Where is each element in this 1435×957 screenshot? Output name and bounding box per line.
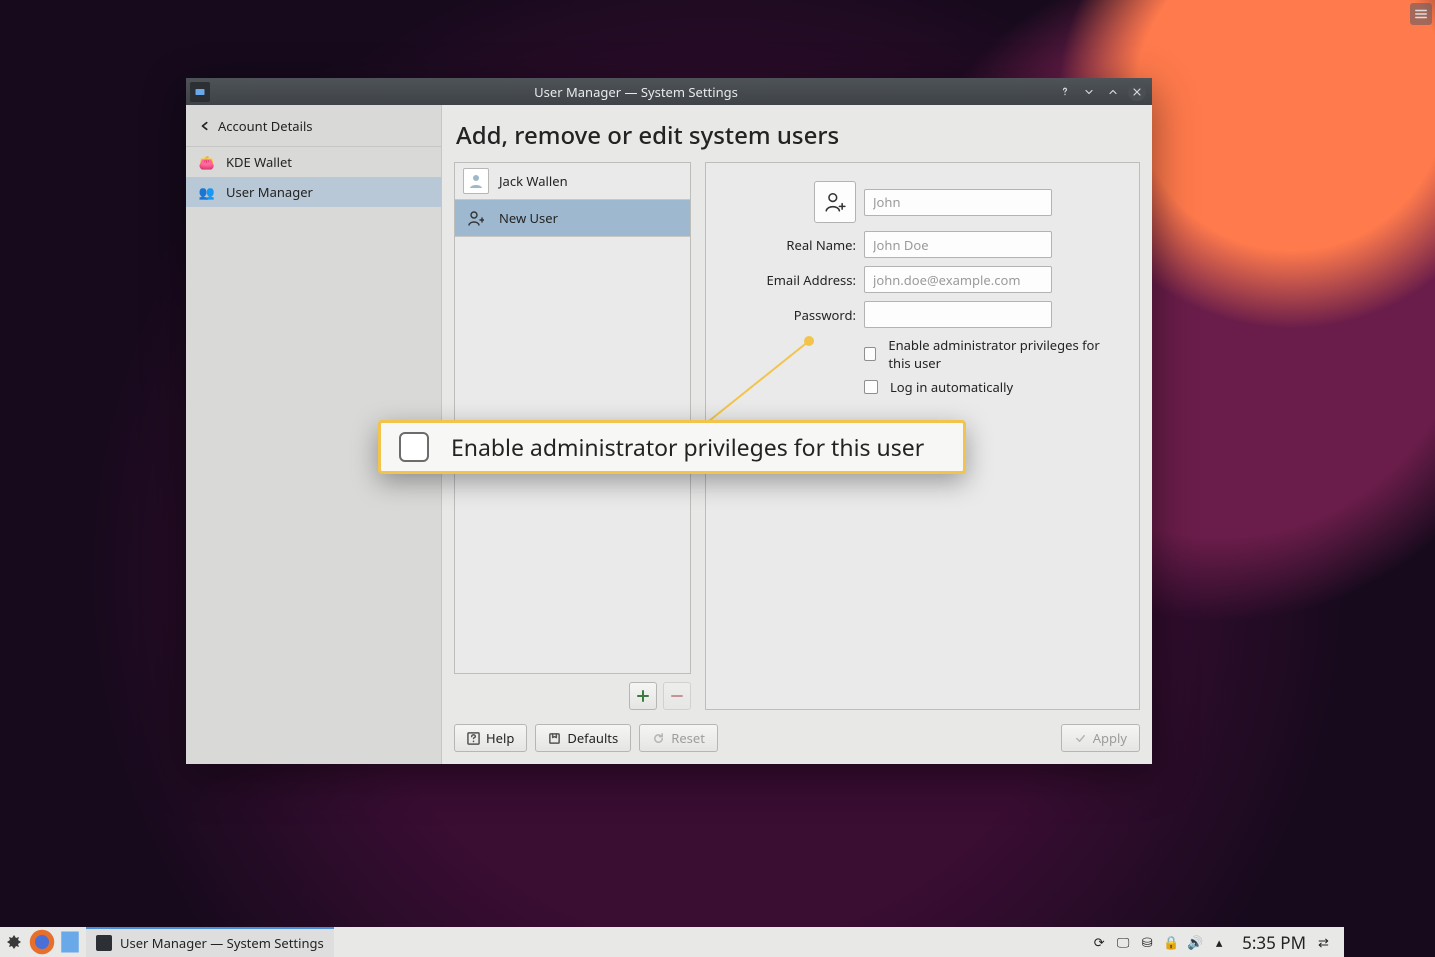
app-icon [190, 82, 210, 102]
tray-expand-icon[interactable]: ▴ [1210, 933, 1228, 951]
tray-display-icon[interactable]: 🖵 [1114, 933, 1132, 951]
window-title: User Manager — System Settings [216, 83, 1056, 101]
help-button[interactable]: Help [454, 724, 527, 752]
button-bar: Help Defaults Reset Apply [454, 724, 1140, 752]
system-tray: ⟳ 🖵 ⛁ 🔒 🔊 ▴ 5:35 PM ⇄ [1090, 931, 1344, 954]
tray-volume-icon[interactable]: 🔊 [1186, 933, 1204, 951]
reset-button-label: Reset [671, 729, 705, 747]
remove-user-button[interactable] [663, 682, 691, 710]
email-label: Email Address: [726, 271, 856, 289]
new-user-icon [463, 205, 489, 231]
breadcrumb-label: Account Details [218, 117, 313, 135]
user-name: Jack Wallen [499, 172, 568, 190]
application-launcher[interactable] [0, 927, 28, 957]
taskbar[interactable]: User Manager — System Settings ⟳ 🖵 ⛁ 🔒 🔊… [0, 927, 1344, 957]
admin-privileges-row[interactable]: Enable administrator privileges for this… [864, 336, 1119, 372]
taskbar-task-system-settings[interactable]: User Manager — System Settings [86, 927, 334, 957]
sidebar-item-label: User Manager [226, 183, 313, 201]
titlebar[interactable]: User Manager — System Settings [186, 78, 1152, 105]
defaults-button-label: Defaults [567, 729, 618, 747]
user-name: New User [499, 209, 558, 227]
callout-box: Enable administrator privileges for this… [378, 420, 966, 474]
user-list[interactable]: Jack Wallen New User [454, 162, 691, 674]
desktop-menu-button[interactable] [1410, 3, 1432, 25]
admin-checkbox[interactable] [864, 347, 876, 361]
user-avatar-icon [463, 168, 489, 194]
sidebar-item-label: KDE Wallet [226, 153, 292, 171]
maximize-window-button[interactable] [1104, 83, 1122, 101]
realname-label: Real Name: [726, 236, 856, 254]
breadcrumb-back[interactable]: Account Details [186, 105, 441, 147]
realname-input[interactable] [864, 231, 1052, 258]
tray-disk-icon[interactable]: ⛁ [1138, 933, 1156, 951]
tray-lock-icon[interactable]: 🔒 [1162, 933, 1180, 951]
users-icon: 👥 [198, 183, 216, 201]
autologin-checkbox[interactable] [864, 380, 878, 394]
reset-button[interactable]: Reset [639, 724, 718, 752]
add-user-button[interactable] [629, 682, 657, 710]
defaults-button[interactable]: Defaults [535, 724, 631, 752]
tray-show-desktop-icon[interactable]: ⇄ [1318, 933, 1336, 951]
admin-label: Enable administrator privileges for this… [888, 336, 1119, 372]
wallet-icon: 👛 [198, 153, 216, 171]
password-label: Password: [726, 306, 856, 324]
help-window-button[interactable] [1056, 83, 1074, 101]
sidebar-item-user-manager[interactable]: 👥 User Manager [186, 177, 441, 207]
firefox-launcher[interactable] [28, 927, 56, 957]
help-button-label: Help [486, 729, 514, 747]
task-app-icon [96, 935, 112, 951]
user-list-item[interactable]: New User [455, 200, 690, 237]
autologin-row[interactable]: Log in automatically [864, 378, 1119, 396]
password-input[interactable] [864, 301, 1052, 328]
user-list-item[interactable]: Jack Wallen [455, 163, 690, 200]
apply-button[interactable]: Apply [1061, 724, 1140, 752]
files-launcher[interactable] [56, 927, 84, 957]
taskbar-clock[interactable]: 5:35 PM [1242, 931, 1306, 954]
callout-text: Enable administrator privileges for this… [451, 431, 924, 463]
apply-button-label: Apply [1093, 729, 1127, 747]
tray-update-icon[interactable]: ⟳ [1090, 933, 1108, 951]
user-avatar-button[interactable] [814, 181, 856, 223]
minimize-window-button[interactable] [1080, 83, 1098, 101]
sidebar-item-kde-wallet[interactable]: 👛 KDE Wallet [186, 147, 441, 177]
callout-checkbox-icon [399, 432, 429, 462]
username-input[interactable] [864, 189, 1052, 216]
close-window-button[interactable] [1128, 83, 1146, 101]
autologin-label: Log in automatically [890, 378, 1013, 396]
email-input[interactable] [864, 266, 1052, 293]
page-title: Add, remove or edit system users [456, 119, 1140, 152]
task-label: User Manager — System Settings [120, 934, 324, 952]
